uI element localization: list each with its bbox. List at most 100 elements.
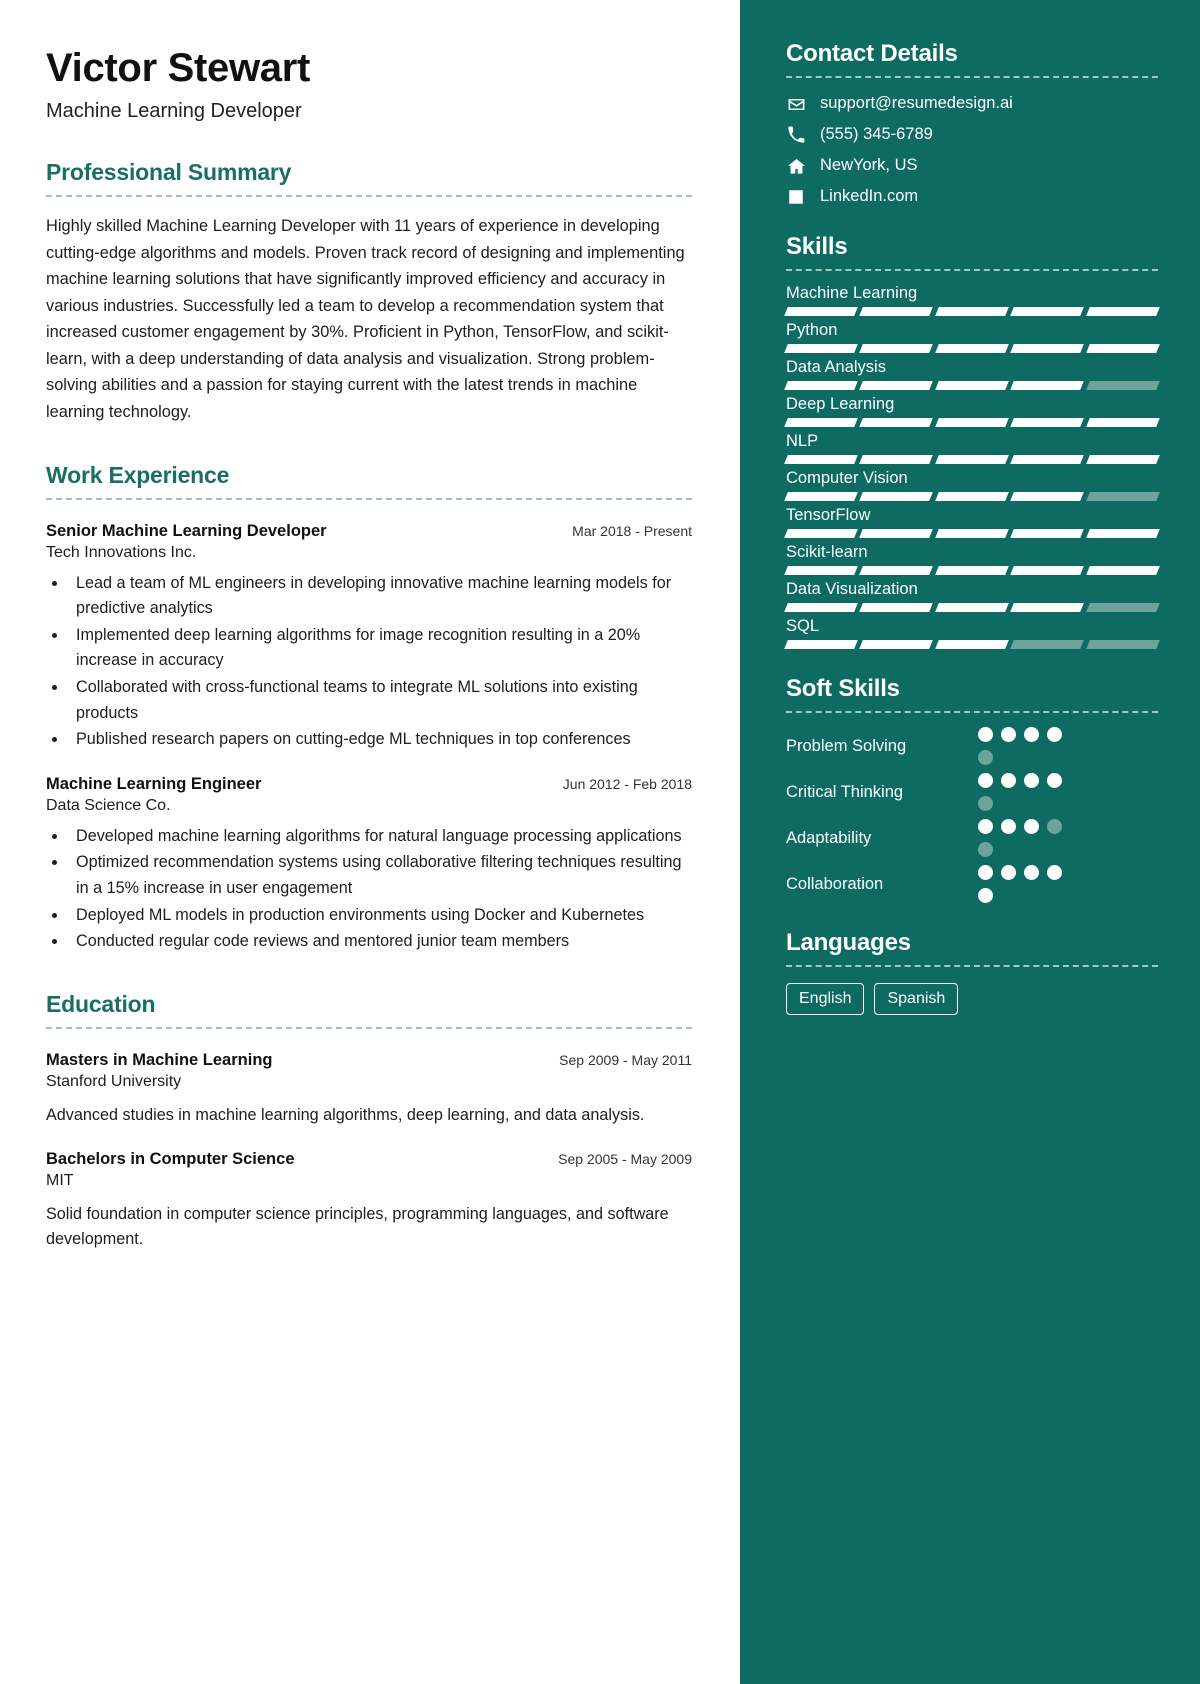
skill-segment xyxy=(1085,529,1160,538)
skill-item: Machine Learning xyxy=(784,284,1160,316)
divider xyxy=(786,965,1158,967)
skill-label: Python xyxy=(786,321,838,339)
skill-label: TensorFlow xyxy=(786,506,871,524)
language-tag: Spanish xyxy=(874,983,959,1015)
divider xyxy=(46,1026,692,1029)
skill-segment xyxy=(859,492,934,501)
rating-dot xyxy=(978,773,993,788)
rating-dot xyxy=(1001,773,1016,788)
job-title: Machine Learning Developer xyxy=(46,100,302,122)
contact-location-text: NewYork, US xyxy=(820,156,918,175)
section-title-summary: Professional Summary xyxy=(46,159,292,185)
contact-email-text: support@resumedesign.ai xyxy=(820,94,1013,113)
skill-item: Scikit-learn xyxy=(784,543,1160,575)
job-bullets: Developed machine learning algorithms fo… xyxy=(68,824,692,955)
list-item: Implemented deep learning algorithms for… xyxy=(68,623,692,674)
divider xyxy=(786,711,1158,713)
rating-dot xyxy=(1047,727,1062,742)
skill-level-bar xyxy=(784,418,1160,427)
skill-segment xyxy=(859,603,934,612)
skill-segment xyxy=(1085,307,1160,316)
skill-segment xyxy=(784,492,859,501)
rating-dot xyxy=(1024,773,1039,788)
skill-level-bar xyxy=(784,566,1160,575)
work-entry-header: Senior Machine Learning Developer Mar 20… xyxy=(46,522,692,541)
contact-item-email[interactable]: support@resumedesign.ai xyxy=(786,94,1158,114)
skill-item: Computer Vision xyxy=(784,469,1160,501)
soft-skill-rating xyxy=(978,773,1068,811)
degree-date-range: Sep 2005 - May 2009 xyxy=(558,1151,692,1168)
skill-segment xyxy=(784,381,859,390)
rating-dot xyxy=(1001,865,1016,880)
skill-level-bar xyxy=(784,492,1160,501)
skill-segment xyxy=(1010,492,1085,501)
skill-segment xyxy=(934,418,1010,427)
section-title-skills: Skills xyxy=(786,233,848,260)
rating-dot xyxy=(1047,819,1062,834)
email-icon xyxy=(786,94,806,114)
skill-item: Data Visualization xyxy=(784,580,1160,612)
soft-skill-label: Problem Solving xyxy=(786,736,907,755)
rating-dot xyxy=(1047,773,1062,788)
section-title-work: Work Experience xyxy=(46,461,230,488)
language-tag: English xyxy=(786,983,865,1015)
education-entry: Bachelors in Computer Science Sep 2005 -… xyxy=(46,1150,692,1253)
education-entry-header: Bachelors in Computer Science Sep 2005 -… xyxy=(46,1150,692,1169)
skill-segment xyxy=(1085,492,1160,501)
work-entry-header: Machine Learning Engineer Jun 2012 - Feb… xyxy=(46,775,692,794)
skill-segment xyxy=(784,640,859,649)
skill-segment xyxy=(784,418,859,427)
contact-item-phone[interactable]: (555) 345-6789 xyxy=(786,125,1158,145)
linkedin-icon xyxy=(786,187,806,207)
skill-segment xyxy=(1085,418,1160,427)
skill-segment xyxy=(934,344,1010,353)
soft-skill-row: Collaboration xyxy=(786,865,1158,903)
skill-label: Deep Learning xyxy=(786,395,895,413)
list-item: Optimized recommendation systems using c… xyxy=(68,850,692,901)
degree-name: Bachelors in Computer Science xyxy=(46,1150,295,1169)
contact-linkedin-text: LinkedIn.com xyxy=(820,187,919,206)
skill-segment xyxy=(784,566,859,575)
soft-skill-rating xyxy=(978,727,1068,765)
contact-list: support@resumedesign.ai (555) 345-6789 N… xyxy=(786,94,1158,207)
soft-skills-list: Problem Solving Critical Thinking Adaptabi… xyxy=(786,727,1158,903)
skill-label: Computer Vision xyxy=(786,469,908,487)
school-name: Stanford University xyxy=(46,1072,182,1090)
contact-item-linkedin[interactable]: LinkedIn.com xyxy=(786,187,1158,207)
skill-segment xyxy=(934,640,1010,649)
skill-label: Machine Learning xyxy=(786,284,918,302)
degree-name: Masters in Machine Learning xyxy=(46,1050,273,1069)
rating-dot xyxy=(978,888,993,903)
list-item: Lead a team of ML engineers in developin… xyxy=(68,571,692,622)
skill-segment xyxy=(1085,381,1160,390)
skill-segment xyxy=(859,529,934,538)
section-education: Education Masters in Machine Learning Se… xyxy=(46,991,692,1253)
skill-segment xyxy=(1010,344,1085,353)
job-date-range: Jun 2012 - Feb 2018 xyxy=(562,775,692,792)
skill-segment xyxy=(859,455,934,464)
job-role: Senior Machine Learning Developer xyxy=(46,521,327,540)
section-languages: Languages English Spanish xyxy=(786,929,1158,1015)
resume-page: Victor Stewart Machine Learning Develope… xyxy=(0,0,1200,1684)
skill-label: Scikit-learn xyxy=(786,543,868,561)
skill-level-bar xyxy=(784,381,1160,390)
skill-item: Deep Learning xyxy=(784,395,1160,427)
soft-skill-row: Critical Thinking xyxy=(786,773,1158,811)
rating-dot xyxy=(978,819,993,834)
skill-level-bar xyxy=(784,529,1160,538)
skill-segment xyxy=(934,529,1010,538)
section-work-experience: Work Experience Senior Machine Learning … xyxy=(46,462,692,955)
rating-dot xyxy=(978,727,993,742)
education-entry-header: Masters in Machine Learning Sep 2009 - M… xyxy=(46,1051,692,1070)
skill-segment xyxy=(784,344,859,353)
phone-icon xyxy=(786,125,806,145)
contact-item-location[interactable]: NewYork, US xyxy=(786,156,1158,176)
skill-label: SQL xyxy=(786,617,820,635)
skill-segment xyxy=(934,492,1010,501)
job-bullets: Lead a team of ML engineers in developin… xyxy=(68,571,692,753)
contact-phone-text: (555) 345-6789 xyxy=(820,125,933,144)
skill-segment xyxy=(859,381,934,390)
skill-level-bar xyxy=(784,344,1160,353)
degree-description: Solid foundation in computer science pri… xyxy=(46,1205,669,1249)
company-name: Data Science Co. xyxy=(46,796,171,814)
